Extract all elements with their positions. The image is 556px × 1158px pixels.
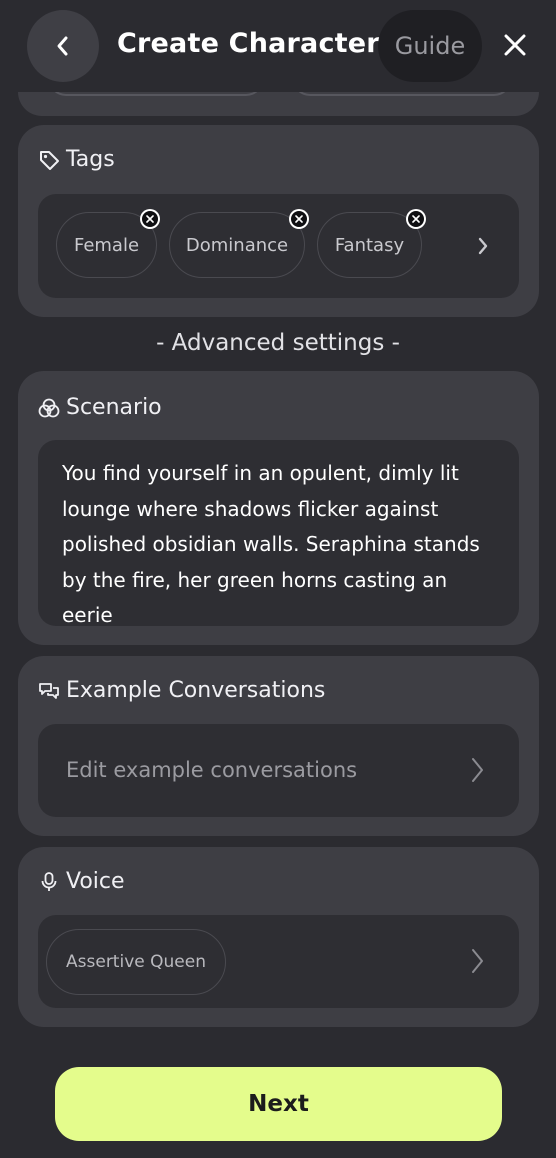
- create-character-screen: Create Character Guide Tags Female Domin…: [0, 0, 556, 1158]
- voice-card: Voice Assertive Queen: [18, 847, 539, 1027]
- scenario-card: Scenario You find yourself in an opulent…: [18, 371, 539, 645]
- tag-label: Fantasy: [334, 234, 405, 256]
- chevron-left-icon: [57, 36, 68, 56]
- example-conversations-heading-label: Example Conversations: [66, 678, 326, 703]
- tags-list: Female Dominance Fantasy: [38, 194, 519, 298]
- scenario-textarea[interactable]: You find yourself in an opulent, dimly l…: [38, 440, 519, 627]
- chevron-right-icon: [472, 949, 483, 973]
- scenario-text: You find yourself in an opulent, dimly l…: [62, 461, 480, 627]
- tag-chip[interactable]: Dominance: [169, 209, 309, 278]
- scenario-heading-label: Scenario: [66, 395, 162, 420]
- voice-heading-label: Voice: [66, 869, 125, 894]
- tags-card: Tags Female Dominance Fantasy: [18, 125, 539, 317]
- edit-example-conversations-label: Edit example conversations: [66, 758, 358, 782]
- scenario-icon: [38, 398, 60, 417]
- remove-tag-icon[interactable]: [140, 209, 160, 229]
- tag-label: Female: [73, 234, 140, 256]
- guide-button[interactable]: Guide: [378, 10, 482, 82]
- tag-chip[interactable]: Fantasy: [317, 209, 426, 278]
- header: Create Character Guide: [0, 0, 556, 92]
- voice-heading: Voice: [38, 869, 125, 894]
- edit-example-conversations-row[interactable]: Edit example conversations: [38, 724, 519, 817]
- scenario-heading: Scenario: [38, 395, 162, 420]
- chat-bubbles-icon: [39, 682, 59, 699]
- tags-heading: Tags: [38, 147, 115, 172]
- advanced-settings-label: - Advanced settings -: [156, 330, 400, 356]
- example-conversations-card: Example Conversations Edit example conve…: [18, 656, 539, 836]
- selected-voice: Assertive Queen: [46, 929, 226, 995]
- tag-icon: [40, 150, 59, 170]
- close-icon[interactable]: [500, 30, 530, 60]
- chevron-right-icon[interactable]: [476, 235, 490, 257]
- remove-tag-icon[interactable]: [406, 209, 426, 229]
- tags-heading-label: Tags: [66, 147, 115, 172]
- voice-select-row[interactable]: Assertive Queen: [38, 915, 519, 1008]
- tag-label: Dominance: [185, 234, 289, 256]
- remove-tag-icon[interactable]: [289, 209, 309, 229]
- tag-chip[interactable]: Female: [56, 209, 160, 278]
- microphone-icon: [41, 871, 57, 891]
- example-conversations-heading: Example Conversations: [38, 678, 325, 703]
- page-title: Create Character: [117, 28, 380, 59]
- chevron-right-icon: [472, 758, 483, 782]
- next-button[interactable]: Next: [55, 1067, 502, 1141]
- back-button[interactable]: [27, 10, 99, 82]
